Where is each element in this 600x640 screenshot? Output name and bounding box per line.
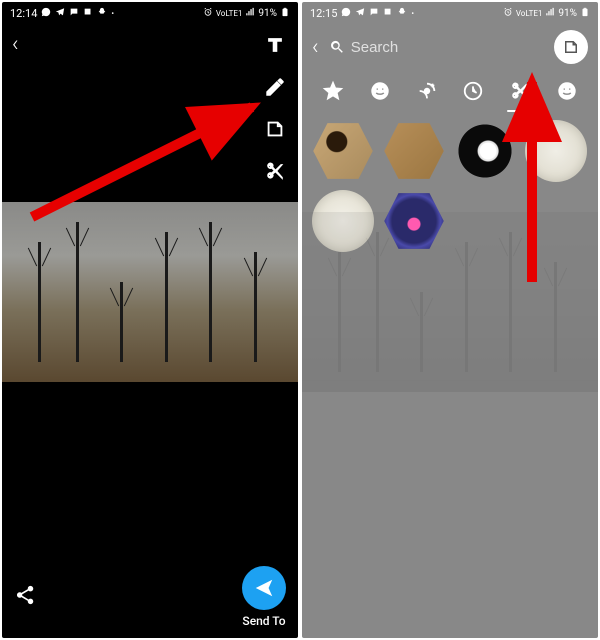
tab-favorites[interactable] (318, 76, 348, 106)
status-bar: 12:15 • (302, 2, 598, 24)
battery-icon (580, 7, 590, 20)
signal-icon (245, 7, 255, 20)
battery-icon (280, 7, 290, 20)
chevron-left-icon: ‹ (12, 32, 19, 57)
sticker-tool[interactable] (262, 116, 288, 142)
search-input[interactable] (351, 39, 544, 56)
picker-header: ‹ (302, 24, 598, 70)
back-button[interactable]: ‹ (12, 32, 19, 57)
notification-icon (83, 7, 93, 20)
scissors-tool[interactable] (262, 158, 288, 184)
back-button[interactable]: ‹ (312, 35, 319, 60)
telegram-icon (355, 7, 365, 20)
search-field[interactable] (329, 38, 544, 56)
battery-label: 91% (558, 8, 577, 19)
tab-bitmoji[interactable] (412, 76, 442, 106)
whatsapp-icon (341, 7, 351, 20)
status-bar: 12:14 • (2, 2, 298, 24)
send-label: Send To (242, 614, 285, 628)
network-label: VoLTE1 (516, 9, 543, 18)
tab-emoji[interactable] (365, 76, 395, 106)
snap-preview (2, 202, 298, 382)
telegram-icon (55, 7, 65, 20)
sticker-icon (562, 38, 580, 56)
tab-recent[interactable] (458, 76, 488, 106)
snapchat-icon (397, 7, 407, 20)
cutout-sticker[interactable] (525, 120, 587, 182)
battery-label: 91% (258, 8, 277, 19)
network-label: VoLTE1 (216, 9, 243, 18)
cutout-sticker[interactable] (312, 120, 374, 182)
cutout-sticker[interactable] (454, 120, 516, 182)
tab-scissors[interactable] (505, 76, 535, 106)
status-time: 12:15 (310, 7, 337, 20)
message-icon (369, 7, 379, 20)
create-sticker-button[interactable] (554, 30, 588, 64)
message-icon (69, 7, 79, 20)
pencil-tool[interactable] (262, 74, 288, 100)
status-time: 12:14 (10, 7, 37, 20)
whatsapp-icon (41, 7, 51, 20)
notification-icon (383, 7, 393, 20)
send-button[interactable] (242, 566, 286, 610)
dot-icon: • (111, 9, 114, 18)
bottom-bar: Send To (2, 566, 298, 628)
snap-edit-screen: 12:14 • (2, 2, 298, 638)
cutout-sticker[interactable] (383, 120, 445, 182)
snapchat-icon (97, 7, 107, 20)
tab-custom-emoji[interactable] (552, 76, 582, 106)
sticker-picker-screen: 12:15 • (302, 2, 598, 638)
search-icon (329, 38, 345, 56)
alarm-icon (503, 7, 513, 20)
picker-tabs (302, 70, 598, 116)
signal-icon (545, 7, 555, 20)
alarm-icon (203, 7, 213, 20)
text-tool[interactable] (262, 32, 288, 58)
share-button[interactable] (14, 584, 36, 610)
dot-icon: • (411, 9, 414, 18)
faded-snap-bg (302, 212, 598, 392)
